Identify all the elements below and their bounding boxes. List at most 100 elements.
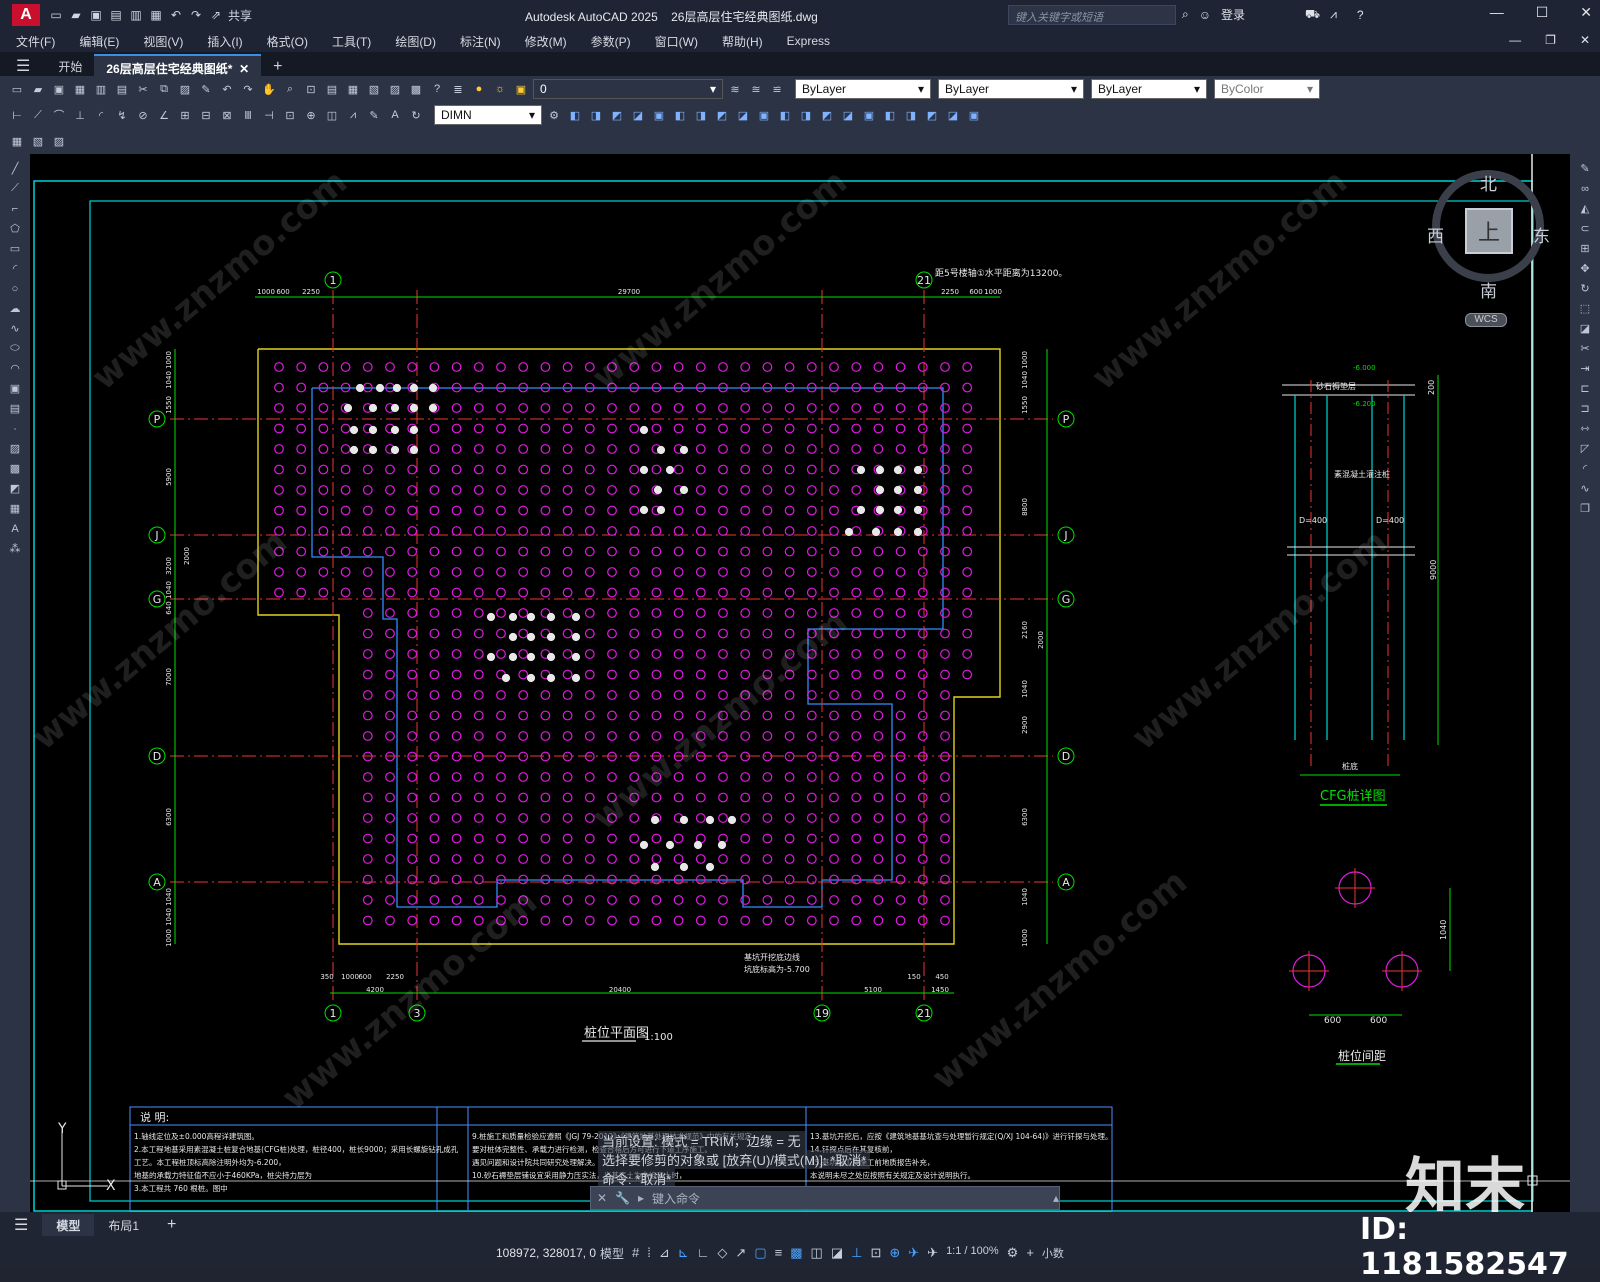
explode-icon[interactable]: ❒ [1576,500,1594,517]
zoom-window-icon[interactable]: ⊡ [302,80,320,98]
cube-1-icon[interactable]: ◧ [566,106,584,124]
dim-break-icon[interactable]: ⊣ [260,106,278,124]
scale-icon[interactable]: ⬚ [1576,300,1594,317]
viewcube-south[interactable]: 南 [1480,277,1497,302]
line-icon[interactable]: ╱ [6,160,24,177]
autodesk-a-icon[interactable]: ⩘ [1330,7,1337,22]
cube-9-icon[interactable]: ◪ [734,106,752,124]
new-tab-icon[interactable]: + [261,54,294,76]
cube-10-icon[interactable]: ▣ [755,106,773,124]
menu-help[interactable]: 帮助(H) [710,33,775,50]
close-icon[interactable]: ✕ [1580,4,1592,21]
cmd-chevron-icon[interactable]: ▴ [1053,1191,1059,1205]
doc-minimize-icon[interactable]: — [1509,33,1521,47]
ortho-icon[interactable]: ⊾ [678,1245,689,1262]
cube-14-icon[interactable]: ◪ [839,106,857,124]
dim-space-icon[interactable]: Ⅲ [239,106,257,124]
dim-update-icon[interactable]: ↻ [407,106,425,124]
cube-2-icon[interactable]: ◨ [587,106,605,124]
open-icon[interactable]: ▰ [29,80,47,98]
arc-icon[interactable]: ◜ [6,260,24,277]
menu-draw[interactable]: 绘图(D) [383,33,448,50]
layer-prev-icon[interactable]: ≊ [747,80,765,98]
plus-icon[interactable]: + [1026,1245,1034,1262]
gradient-icon[interactable]: ▩ [6,460,24,477]
cube-11-icon[interactable]: ◧ [776,106,794,124]
menu-file[interactable]: 文件(F) [0,33,67,50]
undo-icon[interactable]: ↶ [168,7,184,23]
doc-restore-icon[interactable]: ❐ [1545,33,1556,47]
viewcube-east[interactable]: 东 [1533,222,1550,247]
autocad-logo-icon[interactable]: A [12,4,40,26]
inspect-icon[interactable]: ◫ [323,106,341,124]
dim-jogged-icon[interactable]: ↯ [113,106,131,124]
annotation-visibility-icon[interactable]: ✈ [908,1245,919,1262]
cube-7-icon[interactable]: ◨ [692,106,710,124]
wcs-menu[interactable]: WCS [1465,313,1507,327]
publish-icon[interactable]: ▤ [113,80,131,98]
model-space-button[interactable]: 模型 [600,1245,624,1262]
layer-select[interactable]: 0 ▾ [533,79,723,99]
cube-13-icon[interactable]: ◩ [818,106,836,124]
dimstyle-manager-icon[interactable]: ⚙ [545,106,563,124]
login-button[interactable]: 登录 [1221,6,1245,23]
workspace-gear-icon[interactable]: ⚙ [1007,1245,1019,1262]
dim-continue-icon[interactable]: ⊠ [218,106,236,124]
selection-cycle-icon[interactable]: ◫ [811,1245,823,1262]
cube-16-icon[interactable]: ◧ [881,106,899,124]
break-point-icon[interactable]: ⊏ [1576,380,1594,397]
layout-menu-icon[interactable]: ☰ [0,1215,42,1235]
tab-close-icon[interactable]: ✕ [236,62,249,76]
dim-arc-icon[interactable]: ⌒ [50,106,68,124]
menu-modify[interactable]: 修改(M) [513,33,579,50]
join-icon[interactable]: ⇿ [1576,420,1594,437]
dim-linear-icon[interactable]: ⊢ [8,106,26,124]
menu-hamburger-icon[interactable]: ☰ [0,54,46,76]
blend-icon[interactable]: ∿ [1576,480,1594,497]
open-icon[interactable]: ▰ [68,7,84,23]
tab-start[interactable]: 开始 [46,54,94,76]
viewcube-west[interactable]: 西 [1427,222,1444,247]
dim-text-edit-icon[interactable]: A [386,106,404,124]
mirror-icon[interactable]: ◭ [1576,200,1594,217]
region-icon[interactable]: ◩ [6,480,24,497]
cube-5-icon[interactable]: ▣ [650,106,668,124]
preview-icon[interactable]: ▥ [92,80,110,98]
table-icon[interactable]: ▦ [6,500,24,517]
plot-icon[interactable]: ▦ [71,80,89,98]
erase-icon[interactable]: ✎ [1576,160,1594,177]
share-icon[interactable]: ⇗ [208,7,224,23]
menu-tools[interactable]: 工具(T) [320,33,383,50]
redo-icon[interactable]: ↷ [188,7,204,23]
bulb-icon[interactable]: ● [470,80,488,98]
add-layout-icon[interactable]: + [153,1216,190,1234]
transparency-icon[interactable]: ▩ [790,1245,802,1262]
print-icon[interactable]: ▥ [128,7,144,23]
color-select[interactable]: ByLayer ▾ [795,79,931,99]
menu-insert[interactable]: 插入(I) [195,33,254,50]
rotate-icon[interactable]: ↻ [1576,280,1594,297]
new-icon[interactable]: ▭ [8,80,26,98]
save-icon[interactable]: ▣ [50,80,68,98]
menu-view[interactable]: 视图(V) [131,33,195,50]
cube-19-icon[interactable]: ◪ [944,106,962,124]
cut-icon[interactable]: ✂ [134,80,152,98]
extend-icon[interactable]: ⇥ [1576,360,1594,377]
osnap-icon[interactable]: ▢ [754,1245,766,1262]
dim-edit-icon[interactable]: ✎ [365,106,383,124]
viewcube-top-face[interactable]: 上 [1465,208,1513,254]
dim-radius-icon[interactable]: ◜ [92,106,110,124]
zoom-icon[interactable]: ⌕ [281,80,299,98]
maximize-icon[interactable]: ☐ [1536,4,1549,21]
lineweight-icon[interactable]: ≡ [775,1245,783,1262]
tab-document[interactable]: 26层高层住宅经典图纸* ✕ [94,54,262,76]
block-insert-icon[interactable]: ▨ [50,132,68,150]
sheetset-icon[interactable]: ▨ [386,80,404,98]
menu-express[interactable]: Express [775,34,842,48]
center-mark-icon[interactable]: ⊕ [302,106,320,124]
menu-format[interactable]: 格式(O) [255,33,320,50]
save-icon[interactable]: ▣ [88,7,104,23]
rectangle-icon[interactable]: ▭ [6,240,24,257]
menu-window[interactable]: 窗口(W) [643,33,710,50]
share-label[interactable]: 共享 [228,7,252,23]
